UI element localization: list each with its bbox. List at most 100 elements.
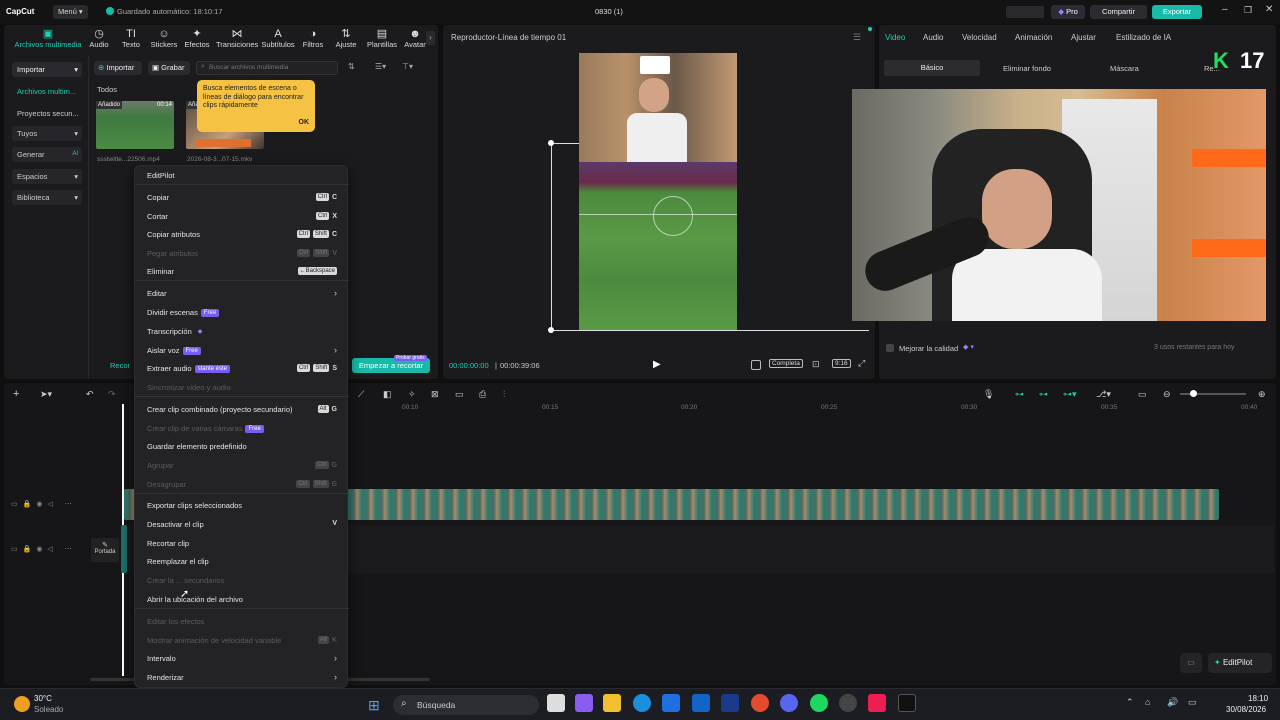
volume-icon[interactable]: 🔊 <box>1167 697 1178 708</box>
menu-item[interactable]: Extraer audio stante este <box>147 364 230 373</box>
menu-item[interactable]: Abrir la ubicación del archivo <box>147 595 243 604</box>
magnet-icon[interactable]: ⊶ <box>1039 389 1048 400</box>
tray-chevron-icon[interactable]: ⌃ <box>1126 697 1134 708</box>
mirror-icon[interactable]: ◧ <box>383 389 392 400</box>
tab-media[interactable]: ▣ Archivos multimedia <box>8 28 88 50</box>
tab-adjust-inspector[interactable]: Ajustar <box>1071 33 1096 42</box>
maximize-icon[interactable]: ❐ <box>1244 5 1252 16</box>
clip-handle[interactable] <box>121 525 127 573</box>
snap-icon[interactable]: ⊶▾ <box>1063 389 1077 400</box>
crop-handle[interactable] <box>548 327 554 333</box>
sidebar-import[interactable]: Importar ▾ <box>12 62 82 77</box>
taskview-icon[interactable] <box>547 694 565 712</box>
chrome-icon[interactable] <box>751 694 769 712</box>
windows-start-icon[interactable]: ⊞ <box>368 697 380 714</box>
sidebar-item-generate[interactable]: Generar AI <box>12 147 82 162</box>
menu-button[interactable]: Menú ▾ <box>53 5 88 19</box>
quality-checkbox[interactable] <box>886 344 894 352</box>
media-thumb-1[interactable]: Añadido 00:14 <box>96 101 174 149</box>
zoom-in-icon[interactable]: ⊕ <box>1258 389 1266 400</box>
battery-icon[interactable]: ▭ <box>1188 697 1197 708</box>
sidebar-item-library[interactable]: Biblioteca ▾ <box>12 190 82 205</box>
menu-item[interactable]: Desactivar el clip <box>147 520 204 529</box>
teams-icon[interactable] <box>575 694 593 712</box>
cover-button[interactable]: ✎ Portada <box>91 538 119 562</box>
menu-item[interactable]: Transcripción ◆ <box>147 327 205 336</box>
zoom-out-icon[interactable]: ⊖ <box>1163 389 1171 400</box>
menu-item[interactable]: Dividir escenas Free <box>147 308 220 317</box>
track-1-controls[interactable]: ▭🔒◉◁ ⋯ <box>11 500 77 508</box>
discord-icon[interactable] <box>780 694 798 712</box>
fullscreen-icon[interactable]: ⤢ <box>858 358 865 369</box>
explorer-icon[interactable] <box>603 694 621 712</box>
menu-item[interactable]: Recortar clip <box>147 539 189 548</box>
caption-icon[interactable]: ▭ <box>1138 389 1147 400</box>
tab-effects[interactable]: ✦ Efectos <box>178 28 216 50</box>
link-icon[interactable]: ⊶ <box>1015 389 1024 400</box>
fit-icon[interactable]: ⊡ <box>812 359 820 370</box>
tab-animation[interactable]: Animación <box>1015 33 1052 42</box>
menu-item[interactable]: Copiar <box>147 193 169 202</box>
play-icon[interactable]: ▶ <box>653 359 661 370</box>
filter-icon[interactable]: ⊤▾ <box>402 62 413 71</box>
tab-subtitles[interactable]: A Subtítulos <box>258 28 298 50</box>
microphone-icon[interactable]: 🎙 <box>983 389 994 400</box>
menu-item[interactable]: Intervalo <box>147 654 176 663</box>
redo-icon[interactable]: ↷ <box>108 389 116 400</box>
network-icon[interactable]: ⌂ <box>1145 697 1150 707</box>
capcut-icon[interactable] <box>898 694 916 712</box>
menu-item[interactable]: Aislar voz Free <box>147 346 201 355</box>
tab-ai-style[interactable]: Estilizado de IA <box>1116 33 1171 42</box>
app-icon[interactable] <box>721 694 739 712</box>
zoom-slider-thumb[interactable] <box>1190 390 1197 397</box>
menu-item[interactable]: Renderizar <box>147 673 184 682</box>
view-icon[interactable]: ☰▾ <box>375 62 386 71</box>
word-icon[interactable] <box>692 694 710 712</box>
tab-speed[interactable]: Velocidad <box>962 33 997 42</box>
menu-item[interactable]: Guardar elemento predefinido <box>147 442 247 451</box>
share-button[interactable]: Compartir <box>1090 5 1147 19</box>
menu-item[interactable]: Crear clip combinado (proyecto secundari… <box>147 405 293 414</box>
subtab-basic[interactable]: Básico <box>884 60 980 76</box>
preview-axis-icon[interactable]: ⎇▾ <box>1096 389 1111 400</box>
crop-tool-icon[interactable]: ⊠ <box>431 389 439 400</box>
spotify-icon[interactable] <box>810 694 828 712</box>
track-2-controls[interactable]: ▭🔒◉◁ ⋯ <box>11 545 77 553</box>
menu-item[interactable]: Eliminar <box>147 267 174 276</box>
sidebar-item-spaces[interactable]: Espacios ▾ <box>12 169 82 184</box>
tiktok-icon[interactable] <box>868 694 886 712</box>
import-button[interactable]: ⊕ Importar <box>94 61 142 75</box>
obs-icon[interactable] <box>839 694 857 712</box>
sort-icon[interactable]: ⇅ <box>348 62 355 71</box>
layout-icon[interactable] <box>1006 6 1044 18</box>
tab-transitions[interactable]: ⋈ Transiciones <box>216 28 258 50</box>
tab-adjust[interactable]: ⇅ Ajuste <box>327 28 365 50</box>
crop-handle[interactable] <box>548 140 554 146</box>
tooltip-ok-button[interactable]: OK <box>299 119 310 128</box>
all-filter[interactable]: Todos <box>97 85 117 94</box>
minimize-icon[interactable]: – <box>1222 4 1228 15</box>
sidebar-item-yours[interactable]: Tuyos ▾ <box>12 126 82 141</box>
sidebar-item-media[interactable]: Archivos multim... <box>17 87 76 96</box>
undo-icon[interactable]: ↶ <box>86 389 94 400</box>
sidebar-item-projects[interactable]: Proyectos secun... <box>17 109 79 118</box>
subtitle-icon[interactable]: ▭ <box>1180 653 1202 673</box>
audio-wave-icon[interactable]: ⫶ <box>503 389 505 400</box>
pro-button[interactable]: ◆ Pro <box>1051 5 1085 19</box>
search-input[interactable]: ⌕ Buscar archivos multimedia <box>196 61 338 75</box>
menu-item[interactable]: Reemplazar el clip <box>147 557 209 566</box>
export-frame-icon[interactable]: ⎙ <box>479 389 486 400</box>
menu-item[interactable]: Exportar clips seleccionados <box>147 501 242 510</box>
taskbar-search[interactable]: ⌕ Búsqueda <box>393 695 539 715</box>
close-icon[interactable]: ✕ <box>1265 4 1273 15</box>
chevron-right-icon[interactable]: › <box>426 31 435 45</box>
subtab-remove-bg[interactable]: Eliminar fondo <box>1003 64 1051 73</box>
frame-icon[interactable]: ▭ <box>455 389 464 400</box>
menu-item[interactable]: Cortar <box>147 212 168 221</box>
full-quality-button[interactable]: Completa <box>769 359 803 368</box>
player-menu-icon[interactable]: ☰ <box>853 32 861 43</box>
dropbox-icon[interactable] <box>662 694 680 712</box>
select-tool-icon[interactable]: ➤▾ <box>40 389 52 400</box>
record-button[interactable]: ▣ Grabar <box>148 61 190 75</box>
ratio-button[interactable]: 9:16 <box>832 359 851 368</box>
